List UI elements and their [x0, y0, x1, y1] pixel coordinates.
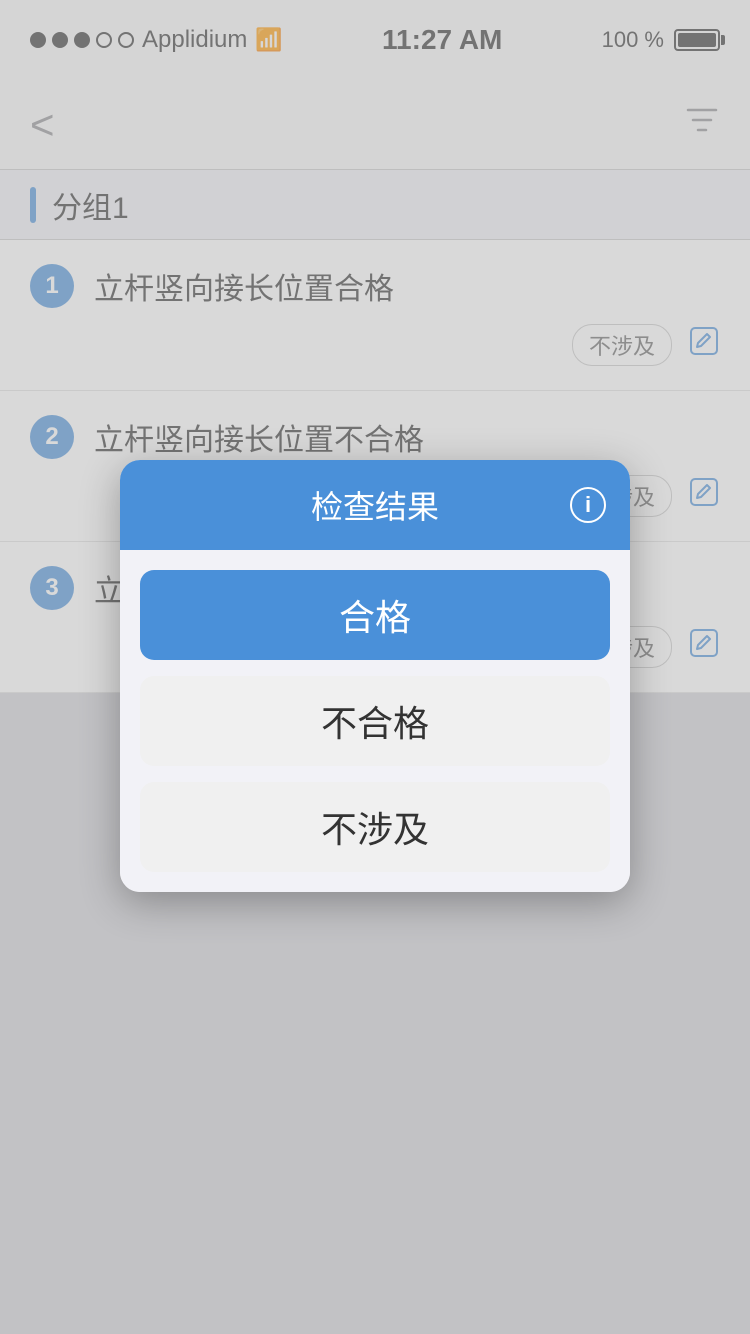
info-icon[interactable]: i: [570, 487, 606, 523]
modal-header: 检查结果 i: [120, 460, 630, 550]
modal-dialog: 检查结果 i 合格 不合格 不涉及: [120, 460, 630, 892]
modal-btn-na[interactable]: 不涉及: [140, 782, 610, 872]
modal-overlay: 检查结果 i 合格 不合格 不涉及: [0, 0, 750, 1334]
modal-title: 检查结果: [311, 482, 439, 528]
modal-btn-fail[interactable]: 不合格: [140, 676, 610, 766]
modal-btn-pass[interactable]: 合格: [140, 570, 610, 660]
modal-body: 合格 不合格 不涉及: [120, 550, 630, 892]
